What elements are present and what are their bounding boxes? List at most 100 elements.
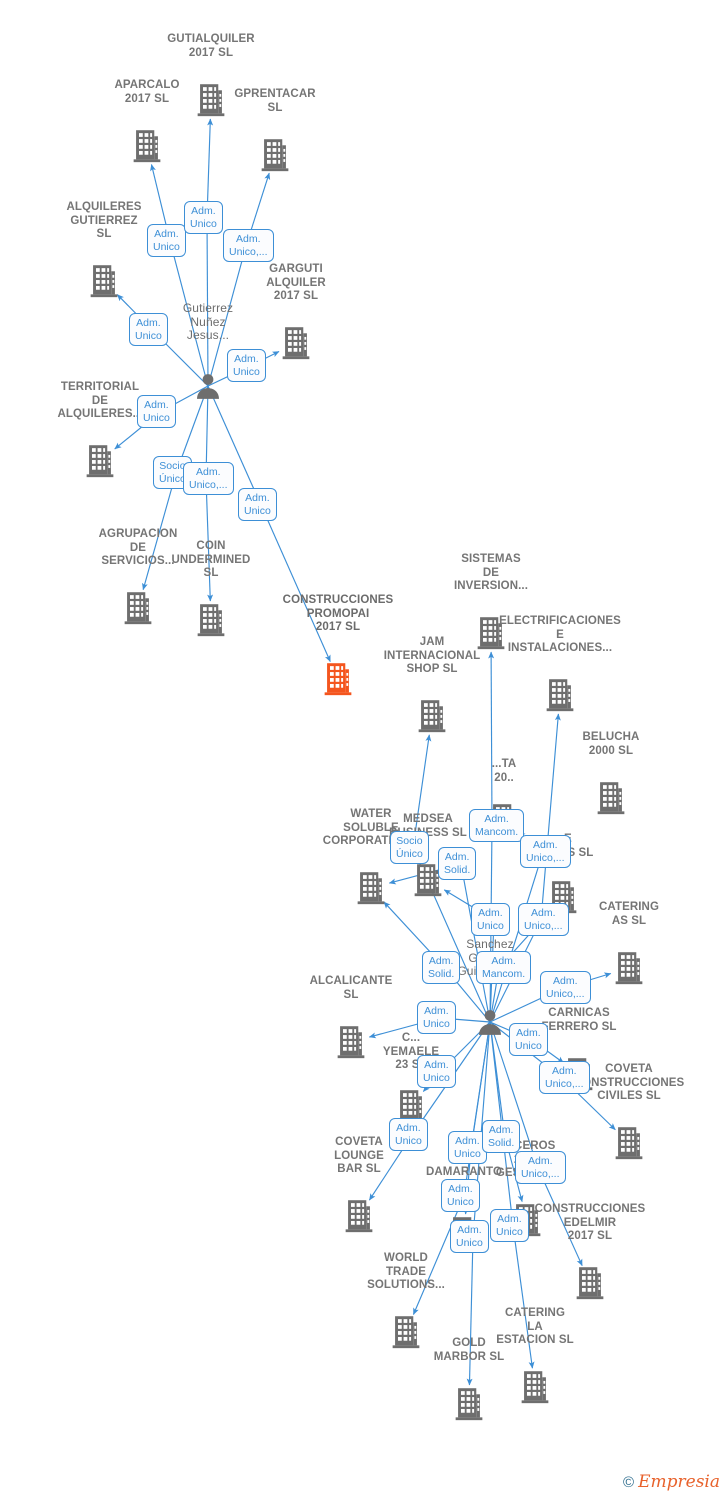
edge-relationship-label[interactable]: Adm. Unico — [129, 313, 168, 346]
building-icon — [391, 1315, 421, 1354]
edge-relationship-label[interactable]: Adm. Unico,... — [520, 835, 571, 868]
person-icon — [193, 372, 223, 405]
company-node[interactable]: JAM INTERNACIONAL SHOP SL — [384, 636, 480, 733]
building-icon — [418, 700, 446, 733]
edge-relationship-label[interactable]: Adm. Unico — [417, 1055, 456, 1088]
edge-relationship-label[interactable]: Adm. Unico — [389, 1118, 428, 1151]
company-node[interactable]: ALCALICANTE SL — [310, 975, 392, 1059]
company-node[interactable]: CONSTRUCCIONES EDELMIR 2017 SL — [535, 1203, 645, 1300]
building-icon — [282, 327, 310, 360]
edge-relationship-label[interactable]: Adm. Unico — [184, 201, 223, 234]
building-icon — [597, 782, 625, 815]
company-node[interactable]: WORLD TRADE SOLUTIONS... — [367, 1252, 445, 1349]
building-icon — [454, 1387, 484, 1426]
company-node[interactable]: GOLD MARBOR SL — [434, 1337, 504, 1421]
building-icon — [357, 872, 385, 905]
edge-relationship-label[interactable]: Adm. Unico,... — [518, 903, 569, 936]
edge-relationship-label[interactable]: Adm. Mancom. — [476, 951, 532, 984]
edge-relationship-label[interactable]: Adm. Unico,... — [223, 229, 274, 262]
company-node[interactable]: BELUCHA 2000 SL — [583, 731, 639, 815]
edge-relationship-label[interactable]: Adm. Solid. — [422, 951, 461, 984]
company-node[interactable]: TERRITORIAL DE ALQUILERES... — [57, 381, 142, 478]
building-icon — [85, 444, 115, 483]
edge-relationship-label[interactable]: Adm. Unico — [509, 1023, 548, 1056]
company-node[interactable]: ELECTRIFICACIONES E INSTALACIONES... — [499, 615, 621, 712]
edge-line-arrow — [205, 478, 214, 602]
person-icon — [475, 1008, 505, 1041]
building-icon — [196, 83, 226, 122]
edge-line-arrow — [488, 651, 495, 827]
person-icon — [197, 374, 219, 399]
building-icon — [596, 781, 626, 820]
company-node[interactable]: COVETA CONSTRUCCIONES CIVILES SL — [574, 1063, 684, 1160]
edge-line — [461, 1021, 491, 1197]
building-icon — [197, 604, 225, 637]
company-node[interactable]: GUTIALQUILER 2017 SL — [167, 33, 255, 117]
edge-relationship-label[interactable]: Adm. Unico — [490, 1209, 529, 1242]
building-icon — [123, 591, 153, 630]
person-node[interactable]: Sanchez Gomez- Guillamon... — [457, 937, 523, 1036]
edge-relationship-label[interactable]: Adm. Unico — [147, 224, 186, 257]
building-icon — [614, 1126, 644, 1165]
brand-label: Empresia — [638, 1472, 720, 1492]
building-icon — [197, 84, 225, 117]
company-node[interactable]: APARCALO 2017 SL — [114, 79, 179, 163]
building-icon — [455, 1388, 483, 1421]
person-node[interactable]: Gutierrez Nuñez Jesus... — [183, 301, 233, 400]
building-icon — [356, 871, 386, 910]
building-icon — [132, 129, 162, 168]
edge-relationship-label[interactable]: Adm. Unico — [441, 1179, 480, 1212]
edge-relationship-label[interactable]: Adm. Unico,... — [540, 971, 591, 1004]
edge-line-arrow — [512, 1225, 535, 1369]
edge-relationship-label[interactable]: Adm. Unico,... — [183, 462, 234, 495]
edge-relationship-label[interactable]: Adm. Mancom. — [469, 809, 525, 842]
building-icon — [133, 130, 161, 163]
company-node[interactable]: WATER SOLUBLE CORPORATION... — [323, 808, 419, 905]
building-icon — [196, 603, 226, 642]
edge-relationship-label[interactable]: Adm. Solid. — [482, 1120, 521, 1153]
company-node[interactable]: SISTEMAS DE INVERSION... — [454, 553, 528, 650]
building-icon — [476, 616, 506, 655]
building-icon — [337, 1026, 365, 1059]
edge-line — [168, 240, 209, 387]
company-node[interactable]: COVETA LOUNGE BAR SL — [334, 1136, 384, 1233]
building-icon — [324, 663, 352, 696]
focus-company-node[interactable]: CONSTRUCCIONES PROMOPAI 2017 SL — [283, 594, 393, 696]
company-node[interactable]: GARGUTI ALQUILER 2017 SL — [266, 263, 326, 360]
edge-line — [204, 217, 211, 387]
company-node[interactable]: COIN UNDERMINED SL — [172, 540, 250, 637]
company-node[interactable]: CATERING AS SL — [599, 901, 659, 985]
edge-relationship-label[interactable]: Adm. Unico — [227, 349, 266, 382]
building-icon — [323, 662, 353, 701]
company-node[interactable]: GPRENTACAR SL — [234, 88, 316, 172]
edge-line — [459, 863, 491, 1023]
edge-relationship-label[interactable]: Adm. Unico — [471, 903, 510, 936]
building-icon — [281, 326, 311, 365]
person-icon — [479, 1010, 501, 1035]
building-icon — [615, 1127, 643, 1160]
edge-layer — [114, 118, 616, 1386]
building-icon — [417, 699, 447, 738]
building-icon — [345, 1200, 373, 1233]
edge-relationship-label[interactable]: Socio Único — [390, 831, 429, 864]
building-icon — [546, 679, 574, 712]
edge-relationship-label[interactable]: Adm. Unico — [137, 395, 176, 428]
building-icon — [90, 265, 118, 298]
relationship-graph-canvas — [114, 118, 616, 1386]
company-node[interactable]: CATERING LA ESTACION SL — [496, 1307, 574, 1404]
company-node[interactable]: AGRUPACION DE SERVICIOS... — [99, 528, 177, 625]
edge-relationship-label[interactable]: Adm. Unico,... — [539, 1061, 590, 1094]
building-icon — [615, 952, 643, 985]
edge-line — [489, 851, 544, 1023]
edge-relationship-label[interactable]: Adm. Unico — [450, 1220, 489, 1253]
edge-relationship-label[interactable]: Adm. Unico — [238, 488, 277, 521]
edge-relationship-label[interactable]: Adm. Unico,... — [515, 1151, 566, 1184]
company-node[interactable]: ALQUILERES GUTIERREZ SL — [66, 201, 141, 298]
edge-relationship-label[interactable]: Adm. Unico — [417, 1001, 456, 1034]
building-icon — [89, 264, 119, 303]
building-icon — [261, 139, 289, 172]
building-icon — [260, 138, 290, 177]
edge-line-arrow — [412, 1195, 465, 1315]
building-icon — [520, 1370, 550, 1409]
edge-relationship-label[interactable]: Adm. Solid. — [438, 847, 477, 880]
